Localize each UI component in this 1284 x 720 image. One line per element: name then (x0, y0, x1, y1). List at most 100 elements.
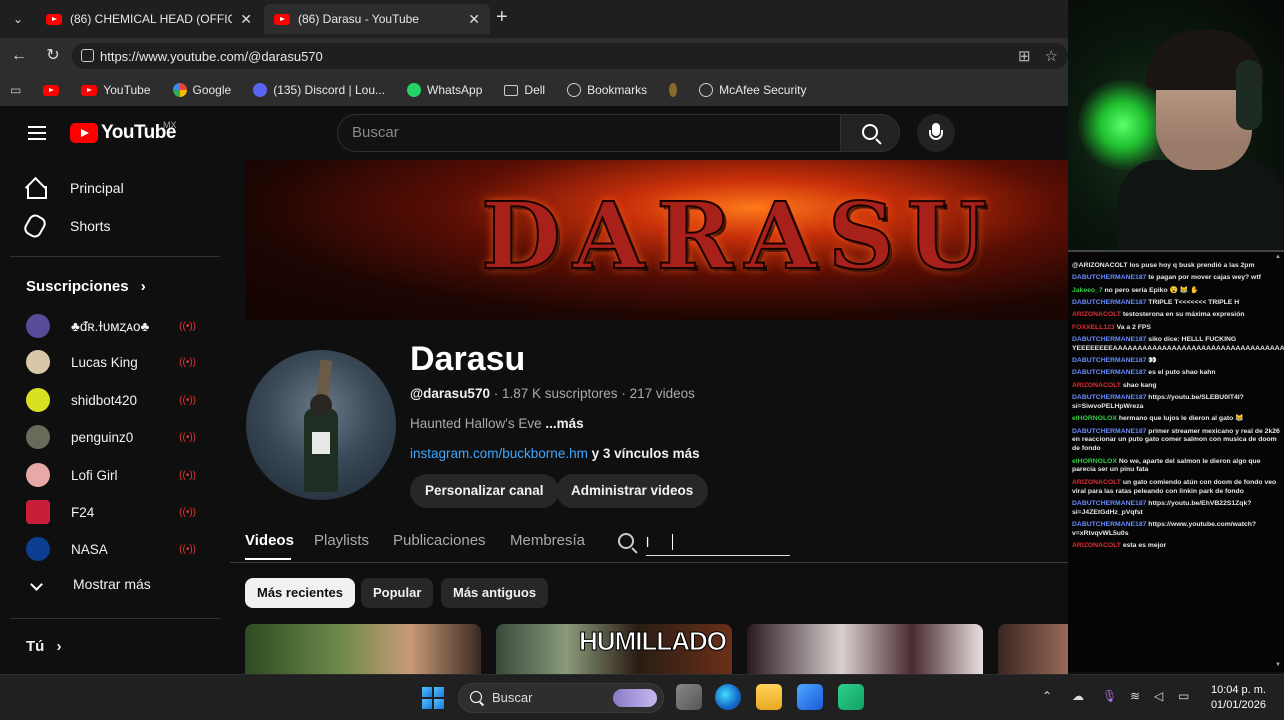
tab-videos[interactable]: Videos (245, 532, 294, 549)
chat-username[interactable]: FOXXELL123 (1072, 324, 1115, 331)
chat-username[interactable]: ARIZONACOLT (1072, 311, 1121, 318)
chip-oldest[interactable]: Más antiguos (441, 578, 549, 608)
taskbar-search[interactable]: Buscar (458, 683, 664, 713)
clock[interactable]: 10:04 p. m. 01/01/2026 (1200, 683, 1266, 713)
channel-search-input[interactable]: l (646, 530, 790, 556)
channel-avatar[interactable] (246, 350, 396, 500)
sidebar-item-label: Shorts (70, 218, 111, 234)
chat-text: 👀 (1148, 357, 1157, 365)
back-arrow-icon[interactable]: ← (8, 45, 30, 67)
search-input[interactable]: Buscar (337, 114, 841, 152)
subscription-name: shidbot420 (71, 392, 138, 408)
chip-popular[interactable]: Popular (361, 578, 434, 608)
scroll-down-icon[interactable]: ▼ (1275, 662, 1281, 670)
sidebar-item-shorts[interactable]: Shorts (21, 211, 111, 241)
chat-message: elHORNOLOX No we, aparte del salmon le d… (1072, 458, 1280, 476)
video-thumbnail[interactable] (747, 624, 983, 674)
channel-search-icon[interactable] (618, 533, 634, 549)
reload-icon[interactable]: ↻ (42, 45, 64, 67)
battery-icon[interactable]: ▭ (1178, 689, 1189, 703)
channel-link[interactable]: instagram.com/buckborne.hm (410, 446, 588, 461)
subscription-item[interactable]: penguinz0 ((•)) (26, 425, 196, 449)
subscription-item[interactable]: F24 ((•)) (26, 500, 196, 524)
tab-list-chevron-icon[interactable]: ⌄ (6, 8, 30, 30)
chat-username[interactable]: ARIZONACOLT (1072, 382, 1121, 389)
search-button[interactable] (840, 114, 900, 152)
description-more[interactable]: ...más (545, 416, 583, 431)
cloud-icon[interactable]: ☁ (1072, 689, 1084, 703)
app-icon[interactable] (838, 684, 864, 710)
avatar (26, 425, 50, 449)
chat-username[interactable]: DABUTCHERMANE187 (1072, 299, 1146, 306)
bookmark-discord[interactable]: (135) Discord | Lou... (253, 83, 385, 97)
customize-channel-button[interactable]: Personalizar canal (410, 474, 559, 508)
chip-most-recent[interactable]: Más recientes (245, 578, 355, 608)
channel-description[interactable]: Haunted Hallow's Eve ...más (410, 416, 584, 431)
chat-username[interactable]: DABUTCHERMANE187 (1072, 336, 1146, 343)
tab-playlists[interactable]: Playlists (314, 532, 369, 549)
bookmark-extension[interactable] (669, 83, 678, 97)
bookmark-bookmarks[interactable]: Bookmarks (567, 83, 647, 97)
bookmark-youtube-icon-only[interactable] (43, 84, 60, 96)
avatar-shirt (312, 432, 330, 454)
video-thumbnail[interactable] (245, 624, 481, 674)
tab-membership[interactable]: Membresía (510, 532, 585, 549)
subscription-item[interactable]: NASA ((•)) (26, 537, 196, 561)
subscriptions-heading[interactable]: Suscripciones › (26, 278, 146, 295)
edge-browser-icon[interactable] (715, 684, 741, 710)
microphone-icon[interactable]: 🎙 (1102, 689, 1117, 703)
store-icon[interactable] (797, 684, 823, 710)
site-info-icon[interactable] (81, 49, 94, 62)
video-thumbnail[interactable]: HUMILLADO (496, 624, 732, 674)
subscription-item[interactable]: ♣ᵭʀ.ɫᴜᴍȥᴀᴏ♣ ((•)) (26, 314, 196, 338)
address-bar[interactable]: https://www.youtube.com/@darasu570 ⊞ ☆ (72, 43, 1068, 69)
chat-username[interactable]: elHORNOLOX (1072, 415, 1117, 422)
volume-icon[interactable]: ◁ (1154, 689, 1163, 703)
sidebar-item-home[interactable]: Principal (24, 176, 124, 200)
bookmark-dell[interactable]: Dell (504, 83, 545, 97)
manage-videos-button[interactable]: Administrar videos (556, 474, 709, 508)
tab-posts[interactable]: Publicaciones (393, 532, 486, 549)
chat-username[interactable]: DABUTCHERMANE187 (1072, 394, 1146, 401)
file-explorer-icon[interactable] (756, 684, 782, 710)
bookmark-mcafee[interactable]: McAfee Security (699, 83, 806, 97)
apps-icon[interactable]: ⊞ (1018, 47, 1031, 65)
more-links[interactable]: y 3 vínculos más (592, 446, 700, 461)
scroll-up-icon[interactable]: ▲ (1275, 254, 1281, 262)
chat-username[interactable]: DABUTCHERMANE187 (1072, 500, 1146, 507)
close-tab-icon[interactable]: ✕ (240, 11, 252, 28)
windows-start-icon[interactable] (422, 687, 444, 709)
video-thumbnail[interactable] (998, 624, 1068, 674)
chat-username[interactable]: DABUTCHERMANE187 (1072, 369, 1146, 376)
voice-search-mic-icon[interactable] (917, 114, 955, 152)
show-more-button[interactable]: Mostrar más (26, 576, 151, 592)
menu-hamburger-icon[interactable] (28, 126, 46, 144)
chat-username[interactable]: DABUTCHERMANE187 (1072, 521, 1146, 528)
chat-username[interactable]: DABUTCHERMANE187 (1072, 357, 1146, 364)
bookmark-youtube[interactable]: YouTube (81, 83, 151, 97)
favorite-star-icon[interactable]: ☆ (1045, 47, 1058, 65)
chat-username[interactable]: Jakeeo_7 (1072, 287, 1103, 294)
browser-tab-darasu[interactable]: (86) Darasu - YouTube ✕ (264, 4, 490, 34)
youtube-logo[interactable]: YouTube (70, 122, 176, 144)
bookmark-whatsapp[interactable]: WhatsApp (407, 83, 482, 97)
chat-username[interactable]: DABUTCHERMANE187 (1072, 274, 1146, 281)
chat-username[interactable]: elHORNOLOX (1072, 458, 1117, 465)
subscription-item[interactable]: Lofi Girl ((•)) (26, 463, 196, 487)
chat-username[interactable]: ARIZONACOLT (1072, 542, 1121, 549)
tray-chevron-up-icon[interactable]: ⌃ (1042, 689, 1052, 703)
sidebar-toggle-icon[interactable]: ▭ (10, 83, 21, 97)
live-indicator-icon: ((•)) (179, 543, 196, 555)
task-view-icon[interactable] (676, 684, 702, 710)
bookmark-google[interactable]: Google (172, 83, 231, 97)
whatsapp-icon (407, 83, 422, 97)
browser-tab-chemical-head[interactable]: (86) CHEMICAL HEAD (OFFICIAL M ✕ (36, 4, 262, 34)
new-tab-plus-icon[interactable]: + (496, 6, 508, 29)
you-section-heading[interactable]: Tú › (26, 638, 62, 655)
wifi-icon[interactable]: ≋ (1130, 689, 1140, 703)
chat-username[interactable]: DABUTCHERMANE187 (1072, 428, 1146, 435)
close-tab-icon[interactable]: ✕ (468, 11, 480, 28)
subscription-item[interactable]: shidbot420 ((•)) (26, 388, 196, 412)
chat-username[interactable]: ARIZONACOLT (1072, 479, 1121, 486)
subscription-item[interactable]: Lucas King ((•)) (26, 350, 196, 374)
